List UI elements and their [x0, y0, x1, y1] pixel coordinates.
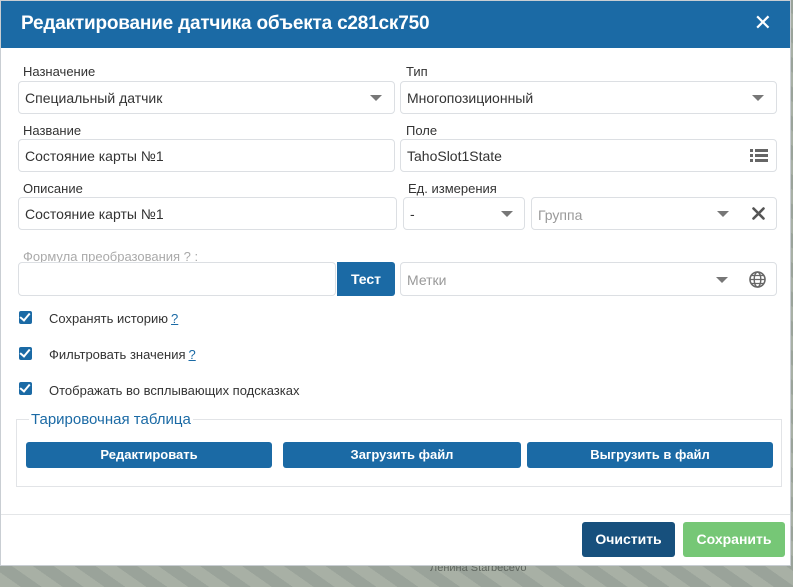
group-placeholder: Группа [538, 207, 583, 223]
purpose-value: Специальный датчик [25, 90, 163, 106]
chevron-down-icon [501, 211, 513, 217]
save-history-help-link[interactable]: ? [171, 311, 178, 326]
edit-table-button[interactable]: Редактировать [26, 442, 272, 468]
type-value: Многопозиционный [407, 90, 534, 106]
save-history-checkbox[interactable] [19, 311, 32, 324]
type-label: Тип [406, 64, 428, 79]
description-label: Описание [23, 181, 83, 196]
save-button[interactable]: Сохранить [683, 522, 785, 557]
globe-icon[interactable] [749, 271, 766, 288]
calibration-legend: Тарировочная таблица [29, 411, 193, 428]
purpose-select[interactable]: Специальный датчик [18, 81, 395, 114]
save-history-label: Сохранять историю? [49, 311, 179, 326]
footer-divider [1, 514, 790, 515]
chevron-down-icon [716, 277, 728, 283]
sensor-edit-dialog: Редактирование датчика объекта с281ск750… [0, 0, 791, 566]
chevron-down-icon [370, 95, 382, 101]
field-input[interactable]: TahoSlot1State [400, 139, 777, 172]
tags-placeholder: Метки [407, 272, 447, 288]
show-in-tooltips-checkbox[interactable] [19, 382, 32, 395]
load-file-button[interactable]: Загрузить файл [283, 442, 521, 468]
type-select[interactable]: Многопозиционный [400, 81, 777, 114]
clear-button[interactable]: Очистить [582, 522, 675, 557]
name-label: Название [23, 123, 82, 138]
field-label: Поле [406, 123, 438, 138]
test-button[interactable]: Тест [337, 262, 395, 296]
field-value: TahoSlot1State [407, 148, 502, 164]
unit-label: Ед. измерения [408, 181, 497, 196]
name-input[interactable]: Состояние карты №1 [18, 139, 395, 172]
unit-select[interactable]: - [403, 197, 525, 230]
filter-values-checkbox[interactable] [19, 347, 32, 360]
export-file-button[interactable]: Выгрузить в файл [527, 442, 773, 468]
show-in-tooltips-label: Отображать во всплывающих подсказках [49, 383, 300, 398]
clear-x-icon[interactable] [752, 207, 765, 220]
purpose-label: Назначение [23, 64, 96, 79]
chevron-down-icon [717, 211, 729, 217]
filter-values-help-link[interactable]: ? [189, 347, 196, 362]
chevron-down-icon [752, 95, 764, 101]
tags-select[interactable]: Метки [400, 262, 777, 296]
dialog-titlebar: Редактирование датчика объекта с281ск750… [1, 1, 790, 48]
name-value: Состояние карты №1 [25, 148, 164, 164]
description-input[interactable]: Состояние карты №1 [18, 197, 397, 230]
group-select[interactable]: Группа [531, 197, 777, 230]
filter-values-label: Фильтровать значения? [49, 347, 196, 362]
list-icon[interactable] [750, 148, 768, 163]
unit-value: - [410, 206, 415, 222]
dialog-title: Редактирование датчика объекта с281ск750 [21, 13, 430, 34]
formula-input[interactable] [18, 262, 336, 296]
close-icon[interactable]: ✕ [754, 12, 772, 34]
description-value: Состояние карты №1 [25, 206, 164, 222]
